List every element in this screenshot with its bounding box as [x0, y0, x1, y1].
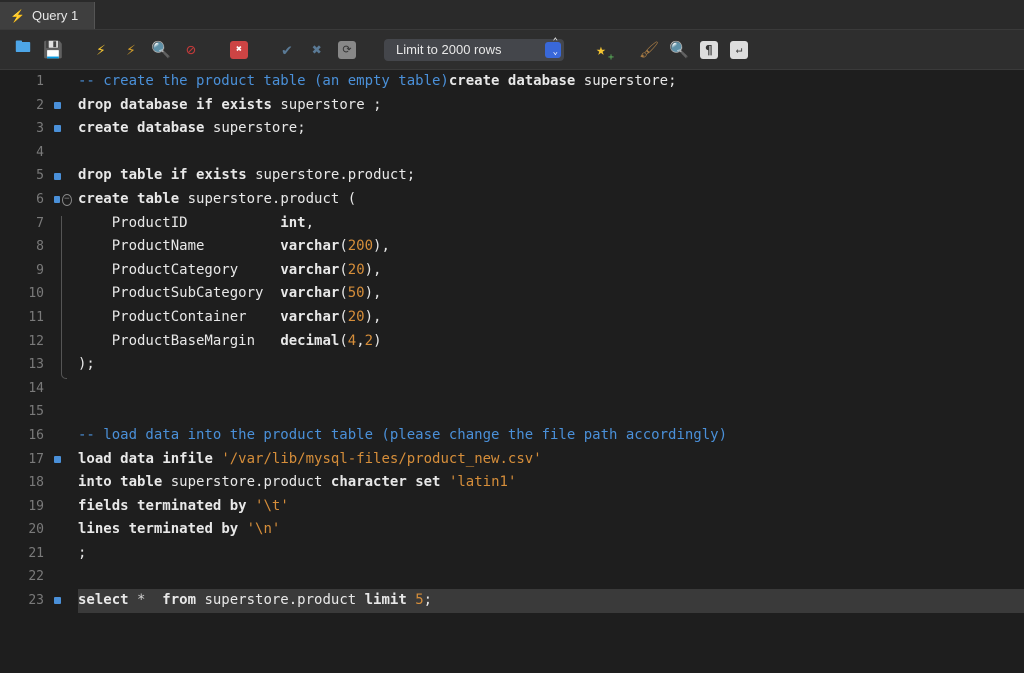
limit-select-wrap: Limit to 2000 rows: [384, 39, 564, 61]
statement-marker-icon: [54, 597, 61, 604]
save-icon[interactable]: 💾: [42, 39, 64, 61]
favorite-icon[interactable]: ★: [590, 39, 612, 61]
open-file-icon[interactable]: 🖿: [12, 39, 34, 61]
tab-query1[interactable]: ⚡ Query 1: [0, 2, 95, 29]
code-line: into table superstore.product character …: [78, 471, 1024, 495]
bolt-icon: ⚡: [10, 9, 25, 23]
code-line: ProductName varchar(200),: [78, 235, 1024, 259]
code-line: ProductContainer varchar(20),: [78, 306, 1024, 330]
code-line: ProductCategory varchar(20),: [78, 259, 1024, 283]
code-line: ProductSubCategory varchar(50),: [78, 282, 1024, 306]
statement-marker-icon: [54, 196, 60, 203]
code-line: [78, 141, 1024, 165]
invisible-chars-icon[interactable]: ¶: [698, 39, 720, 61]
code-line: create database superstore;: [78, 117, 1024, 141]
statement-marker-icon: [54, 102, 61, 109]
code-line: -- load data into the product table (ple…: [78, 424, 1024, 448]
line-number-gutter: 1 2 3 4 5 6 7 8 9 10 11 12 13 14 15 16 1…: [0, 70, 52, 673]
rollback-icon[interactable]: ✖: [306, 39, 328, 61]
code-line: -- create the product table (an empty ta…: [78, 70, 1024, 94]
tab-bar: ⚡ Query 1: [0, 2, 1024, 30]
code-line: );: [78, 353, 1024, 377]
code-line: drop table if exists superstore.product;: [78, 164, 1024, 188]
code-line: ;: [78, 542, 1024, 566]
code-line: load data infile '/var/lib/mysql-files/p…: [78, 448, 1024, 472]
find-icon[interactable]: 🔍: [668, 39, 690, 61]
beautify-icon[interactable]: 🖌: [638, 39, 660, 61]
fold-toggle-icon[interactable]: −: [62, 194, 72, 206]
code-line: lines terminated by '\n': [78, 518, 1024, 542]
marker-gutter: −: [52, 70, 72, 673]
explain-icon[interactable]: 🔍: [150, 39, 172, 61]
code-line: fields terminated by '\t': [78, 495, 1024, 519]
stop-icon[interactable]: ⊘: [180, 39, 202, 61]
code-editor[interactable]: 1 2 3 4 5 6 7 8 9 10 11 12 13 14 15 16 1…: [0, 70, 1024, 673]
statement-marker-icon: [54, 125, 61, 132]
code-line: create table superstore.product (: [78, 188, 1024, 212]
toggle-whitespace-icon[interactable]: ⟳: [336, 39, 358, 61]
fold-guide: [61, 216, 62, 374]
code-line: drop database if exists superstore ;: [78, 94, 1024, 118]
word-wrap-icon[interactable]: ↵: [728, 39, 750, 61]
code-line: [78, 377, 1024, 401]
code-line: [78, 400, 1024, 424]
code-line: select * from superstore.product limit 5…: [78, 589, 1024, 613]
code-line: [78, 565, 1024, 589]
execute-current-icon[interactable]: ⚡: [120, 39, 142, 61]
commit-icon[interactable]: ✔: [276, 39, 298, 61]
code-area[interactable]: -- create the product table (an empty ta…: [72, 70, 1024, 673]
code-line: ProductID int,: [78, 212, 1024, 236]
tab-label: Query 1: [32, 8, 78, 23]
statement-marker-icon: [54, 456, 61, 463]
toolbar: 🖿 💾 ⚡ ⚡ 🔍 ⊘ ✖ ✔ ✖ ⟳ Limit to 2000 rows ★…: [0, 30, 1024, 70]
statement-marker-icon: [54, 173, 61, 180]
toggle-autocommit-icon[interactable]: ✖: [228, 39, 250, 61]
code-line: ProductBaseMargin decimal(4,2): [78, 330, 1024, 354]
execute-icon[interactable]: ⚡: [90, 39, 112, 61]
row-limit-select[interactable]: Limit to 2000 rows: [384, 39, 564, 61]
